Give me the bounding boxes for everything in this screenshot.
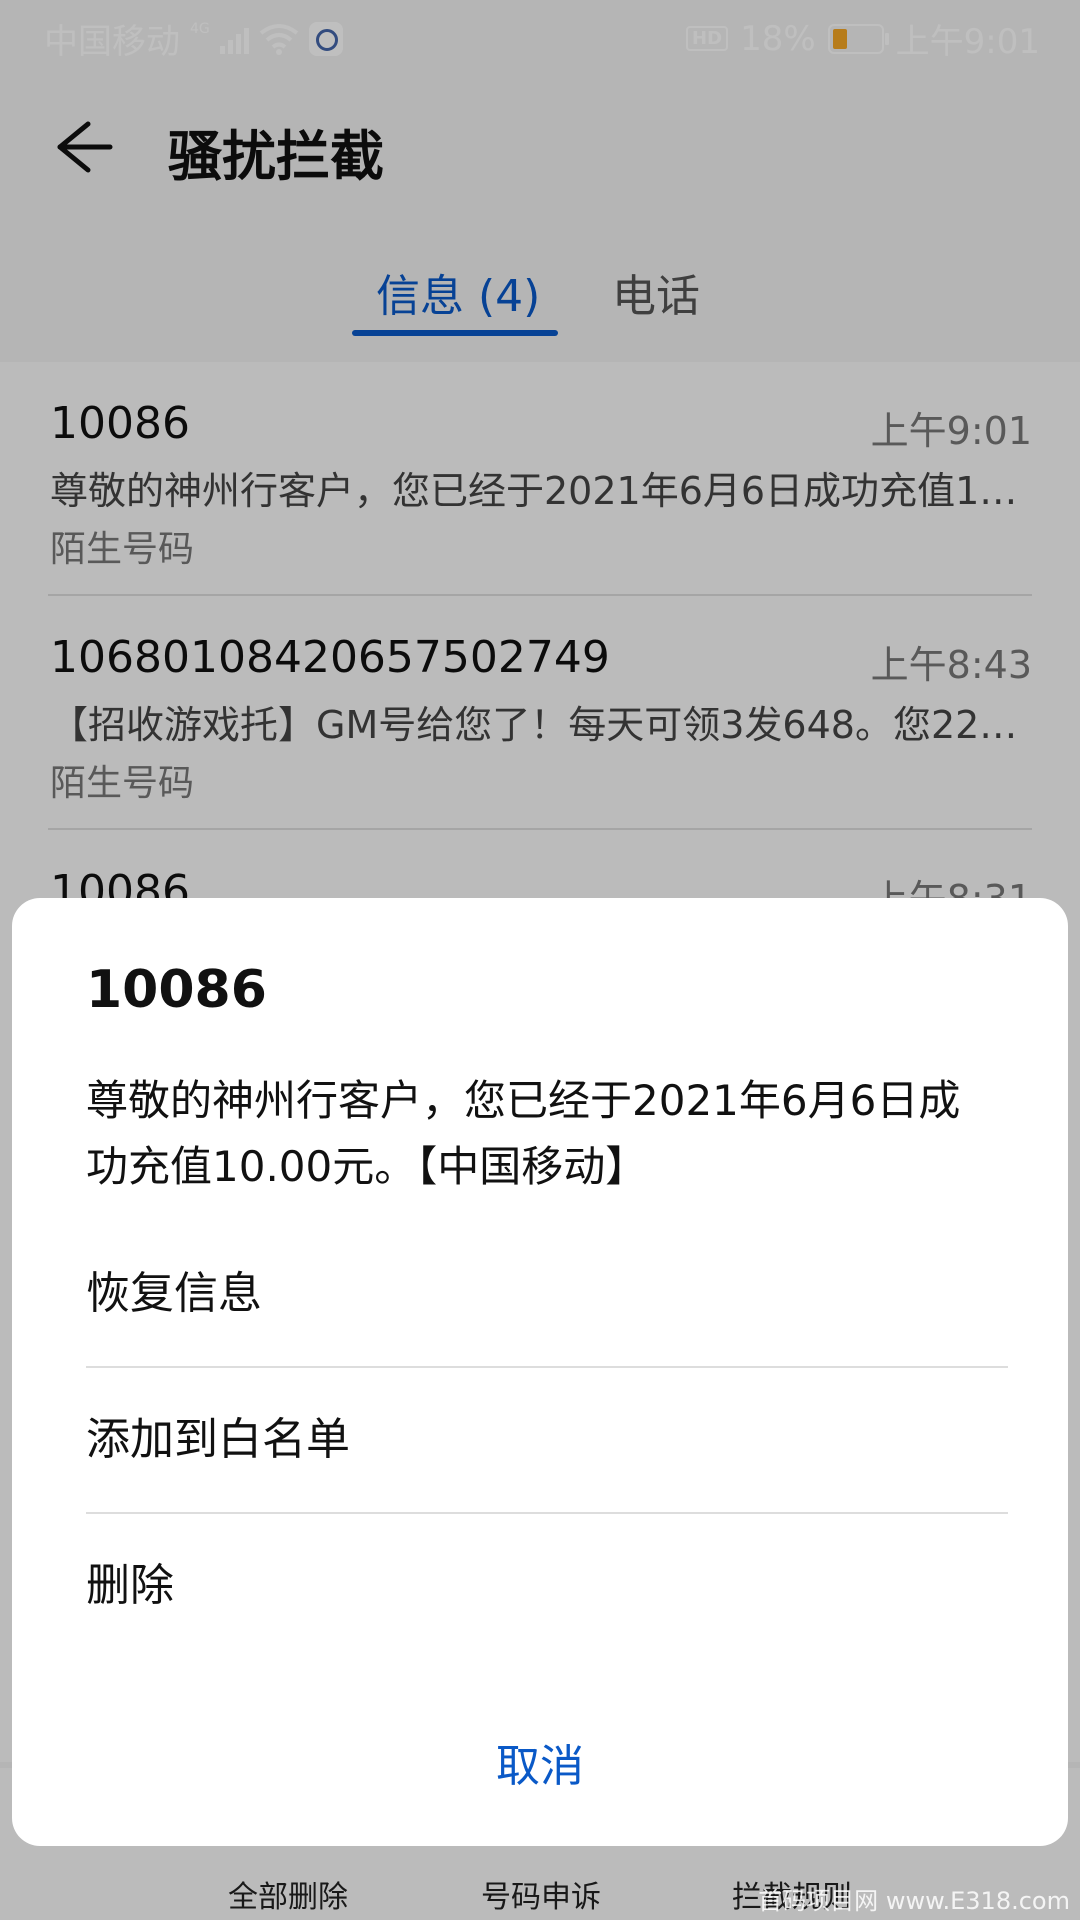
add-to-whitelist-option[interactable]: 添加到白名单 (86, 1368, 1008, 1514)
cancel-button[interactable]: 取消 (12, 1730, 1068, 1794)
restore-message-option[interactable]: 恢复信息 (86, 1222, 1008, 1368)
delete-option[interactable]: 删除 (86, 1514, 1008, 1658)
dialog-title: 10086 (86, 960, 267, 1020)
dialog-message-body: 尊敬的神州行客户，您已经于2021年6月6日成功充值10.00元。【中国移动】 (86, 1076, 961, 1191)
action-dialog: 10086 尊敬的神州行客户，您已经于2021年6月6日成功充值10.00元。【… (12, 898, 1068, 1846)
watermark: 首码项目网 www.E318.com (758, 1887, 1070, 1915)
